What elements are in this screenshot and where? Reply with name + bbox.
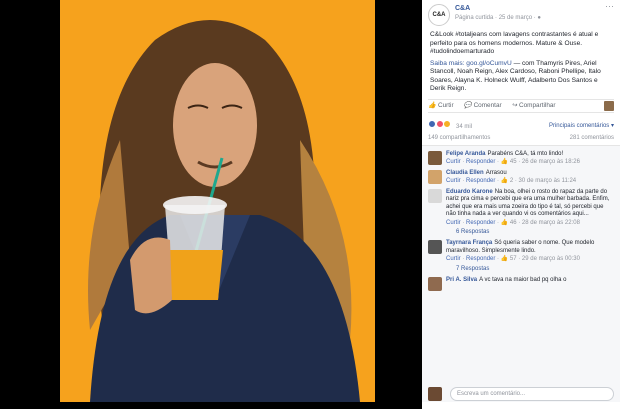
share-label: Compartilhar bbox=[518, 101, 556, 109]
comment-author[interactable]: Tayrnara França bbox=[446, 240, 492, 246]
avatar[interactable] bbox=[428, 240, 442, 254]
view-replies-link[interactable]: 7 Respostas bbox=[422, 264, 620, 274]
comment-timestamp[interactable]: 28 de março às 22:08 bbox=[522, 220, 580, 226]
comment-timestamp[interactable]: 30 de março às 11:24 bbox=[519, 178, 577, 184]
wow-reaction-icon bbox=[443, 120, 452, 128]
comment-like-count: 2 bbox=[509, 178, 514, 184]
comment-actions: Curtir · Responder · 👍 45 · 26 de março … bbox=[446, 159, 580, 165]
comment-like-button[interactable]: Curtir bbox=[446, 220, 461, 226]
comment-text: Arrasou bbox=[485, 169, 507, 176]
reaction-count: 34 mil bbox=[456, 124, 473, 130]
comment-actions: Curtir · Responder · 👍 2 · 30 de março à… bbox=[446, 178, 577, 184]
comment-author[interactable]: Eduardo Karone bbox=[446, 189, 493, 195]
comment-body: Eduardo Karone Na boa, olhei o rosto do r… bbox=[446, 189, 614, 228]
comments-list: Felipe Aranda Parabéns C&A, tá mto lindo!… bbox=[422, 145, 620, 402]
avatar[interactable] bbox=[428, 169, 442, 184]
comment-body: Pri A. Silva A vc tava na maior bad pq ol… bbox=[446, 277, 567, 291]
comment-icon: 💬 bbox=[463, 101, 472, 109]
comment-like-count: 46 bbox=[509, 219, 517, 226]
post-photo[interactable] bbox=[60, 0, 375, 402]
comment-body: Felipe Aranda Parabéns C&A, tá mto lindo!… bbox=[446, 151, 580, 167]
post-link[interactable]: Saiba mais: goo.gl/oCumvU bbox=[430, 60, 512, 67]
comment-author[interactable]: Claudia Ellen bbox=[446, 170, 484, 176]
comment-actions: Curtir · Responder · 👍 46 · 28 de março … bbox=[446, 219, 580, 226]
view-replies-link[interactable]: 6 Respostas bbox=[422, 227, 620, 237]
comment-reply-button[interactable]: Responder bbox=[466, 159, 495, 165]
comment-reply-button[interactable]: Responder bbox=[466, 178, 495, 184]
comment-text: Parabéns C&A, tá mto lindo! bbox=[487, 150, 564, 157]
comment-button[interactable]: 💬 Comentar bbox=[464, 102, 502, 110]
share-button[interactable]: ↪ Compartilhar bbox=[512, 102, 556, 110]
comment-like-button[interactable]: Curtir bbox=[446, 256, 461, 262]
globe-icon: ● bbox=[537, 15, 541, 21]
comment-item: Claudia Ellen Arrasou Curtir · Responder … bbox=[422, 167, 620, 186]
comment-body: Tayrnara França Só queria saber o nome. Q… bbox=[446, 240, 614, 264]
comment-author[interactable]: Felipe Aranda bbox=[446, 151, 485, 157]
shares-count[interactable]: 149 compartilhamentos bbox=[428, 134, 490, 145]
avatar[interactable] bbox=[604, 100, 614, 111]
comment-actions: Curtir · Responder · 👍 57 · 29 de março … bbox=[446, 256, 580, 262]
avatar bbox=[428, 387, 442, 401]
avatar[interactable] bbox=[428, 188, 442, 203]
reaction-summary[interactable]: 34 mil bbox=[428, 120, 472, 131]
comment-item: Pri A. Silva A vc tava na maior bad pq ol… bbox=[422, 274, 620, 291]
comment-like-button[interactable]: Curtir bbox=[446, 178, 461, 184]
viewer: C&A C&A Página curtida · 25 de março · ●… bbox=[0, 0, 620, 409]
comment-reply-button[interactable]: Responder bbox=[466, 220, 495, 226]
more-options-icon[interactable]: ··· bbox=[605, 2, 614, 11]
comment-item: Tayrnara França Só queria saber o nome. Q… bbox=[422, 237, 620, 274]
comment-timestamp[interactable]: 26 de março às 18:26 bbox=[522, 159, 580, 165]
action-bar: 👍 Curtir 💬 Comentar ↪ Compartilhar bbox=[428, 98, 614, 113]
comment-label: Comentar bbox=[473, 101, 502, 109]
post-text: C&Look #totaljeans com lavagens contrast… bbox=[422, 28, 620, 94]
shares-row: 149 compartilhamentos 281 comentários bbox=[422, 134, 620, 146]
like-button[interactable]: 👍 Curtir bbox=[428, 102, 454, 110]
comment-like-count: 45 bbox=[509, 159, 517, 165]
scrollbar[interactable] bbox=[376, 0, 382, 409]
comment-text: A vc tava na maior bad pq olha o bbox=[479, 276, 567, 283]
comments-count[interactable]: 281 comentários bbox=[570, 134, 614, 145]
post-meta: Página curtida · 25 de março · ● bbox=[455, 14, 541, 22]
comment-item: Eduardo Karone Na boa, olhei o rosto do r… bbox=[422, 186, 620, 238]
comment-composer: Escreva um comentário... bbox=[428, 387, 614, 401]
comment-like-button[interactable]: Curtir bbox=[446, 159, 461, 165]
model-photo-illustration bbox=[60, 0, 375, 402]
thumbs-up-icon: 👍 bbox=[428, 101, 436, 109]
sort-comments-dropdown[interactable]: Principais comentários ▾ bbox=[549, 122, 614, 130]
comment-item: Felipe Aranda Parabéns C&A, tá mto lindo!… bbox=[422, 148, 620, 167]
avatar[interactable] bbox=[428, 276, 442, 291]
like-label: Curtir bbox=[437, 101, 454, 109]
post-header: C&A C&A Página curtida · 25 de março · ●… bbox=[422, 0, 620, 28]
share-icon: ↪ bbox=[511, 101, 517, 109]
comment-timestamp[interactable]: 29 de março às 00:30 bbox=[522, 256, 580, 262]
post-paragraph: C&Look #totaljeans com lavagens contrast… bbox=[430, 31, 599, 55]
page-logo[interactable]: C&A bbox=[428, 4, 450, 26]
post-tags: Saiba mais: goo.gl/oCumvU — com Thamyris… bbox=[430, 60, 612, 94]
post-meta-text: Página curtida · 25 de março · bbox=[455, 15, 538, 21]
avatar[interactable] bbox=[428, 150, 442, 165]
page-name[interactable]: C&A bbox=[455, 5, 470, 13]
like-reaction-icon bbox=[428, 120, 436, 128]
reactions-row: 34 mil Principais comentários ▾ bbox=[422, 118, 620, 134]
comment-author[interactable]: Pri A. Silva bbox=[446, 277, 477, 283]
post-side-panel: C&A C&A Página curtida · 25 de março · ●… bbox=[422, 0, 620, 409]
comment-like-count: 57 bbox=[509, 256, 517, 262]
comment-input[interactable]: Escreva um comentário... bbox=[450, 387, 614, 401]
comment-body: Claudia Ellen Arrasou Curtir · Responder … bbox=[446, 170, 576, 186]
comment-reply-button[interactable]: Responder bbox=[466, 256, 495, 262]
